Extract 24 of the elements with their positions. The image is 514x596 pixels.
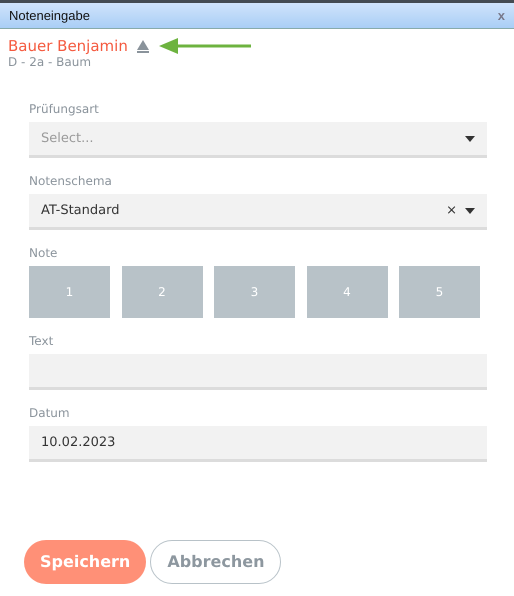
grade-button[interactable]: 4 xyxy=(306,266,388,318)
close-button[interactable]: x xyxy=(498,6,505,26)
cancel-button[interactable]: Abbrechen xyxy=(150,540,282,584)
window-title: Noteneingabe xyxy=(9,6,90,25)
grade-button[interactable]: 1 xyxy=(29,266,110,318)
field-label: Text xyxy=(29,333,54,350)
grade-button[interactable]: 2 xyxy=(122,266,202,318)
field-label: Prüfungsart xyxy=(29,101,100,118)
field-label: Note xyxy=(29,245,58,262)
eject-icon[interactable] xyxy=(136,39,150,53)
student-name: Bauer Benjamin xyxy=(8,37,128,55)
clear-icon[interactable]: × xyxy=(446,200,457,220)
select-field[interactable]: Select... xyxy=(29,122,487,158)
save-button[interactable]: Speichern xyxy=(24,540,146,584)
caret-icon[interactable] xyxy=(465,208,475,214)
student-details: D - 2a - Baum xyxy=(8,55,92,70)
select-field[interactable]: AT-Standard × xyxy=(29,194,487,230)
text-field[interactable] xyxy=(29,354,487,390)
caret-icon[interactable] xyxy=(465,136,475,142)
text-field[interactable]: 10.02.2023 xyxy=(29,426,487,462)
grade-button[interactable]: 5 xyxy=(399,266,480,318)
field-label: Notenschema xyxy=(29,173,113,190)
grade-button[interactable]: 3 xyxy=(214,266,295,318)
field-label: Datum xyxy=(29,405,71,422)
